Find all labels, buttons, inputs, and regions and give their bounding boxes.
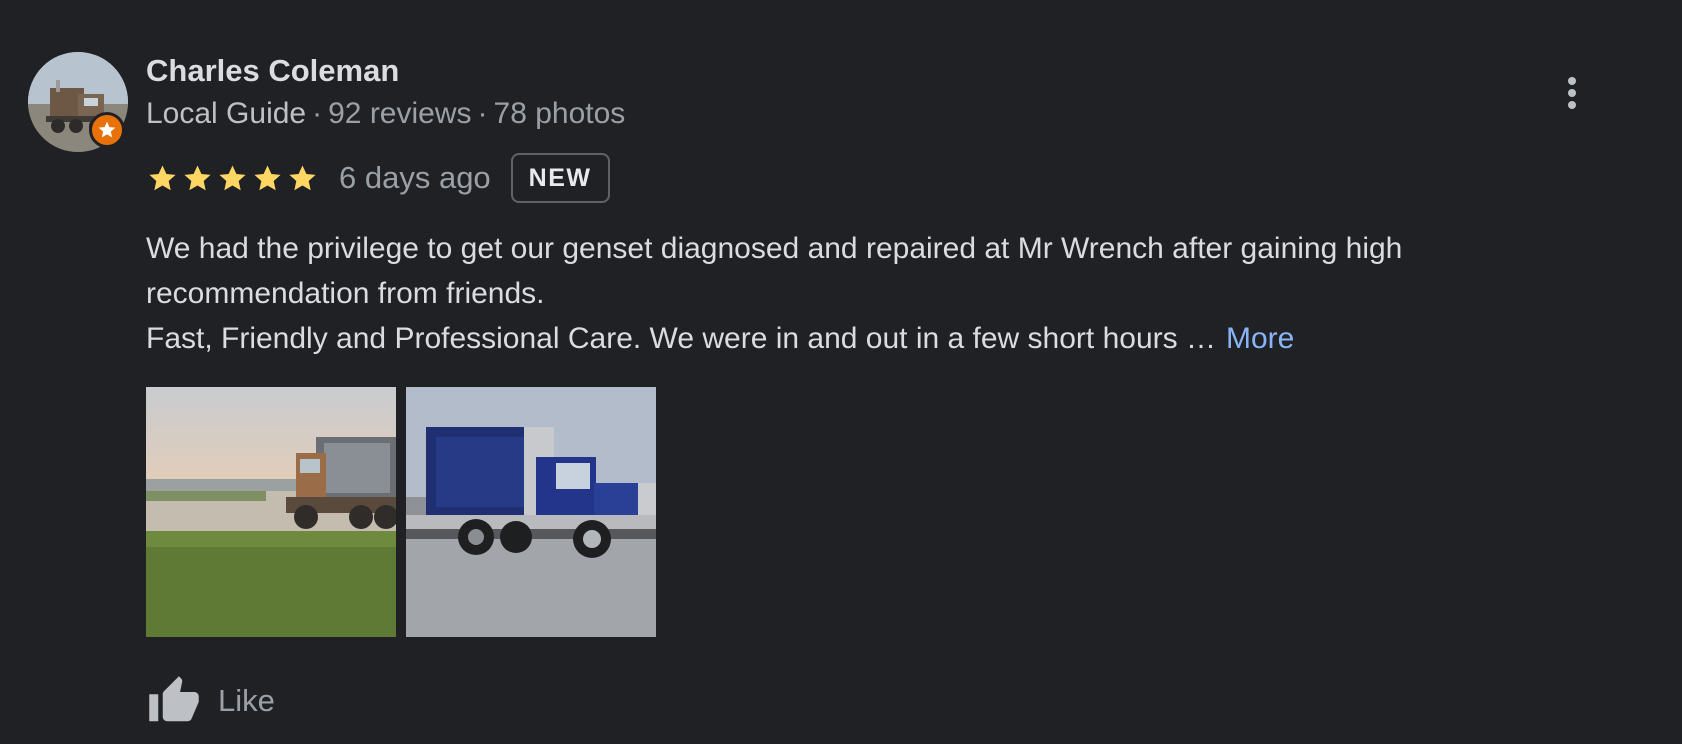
review-photo-1[interactable]	[146, 387, 396, 637]
review-text: We had the privilege to get our genset d…	[146, 226, 1566, 361]
reviewer-name[interactable]: Charles Coleman	[146, 52, 399, 90]
blue-semi-truck-photo-icon	[406, 387, 656, 637]
star-badge-icon	[98, 121, 116, 138]
local-guide-label: Local Guide	[146, 97, 307, 130]
rating-row: 6 days ago NEW	[146, 152, 610, 204]
like-label: Like	[218, 683, 275, 718]
more-options-icon[interactable]	[1552, 68, 1592, 118]
reviewer-meta: Local Guide · 92 reviews · 78 photos	[146, 94, 625, 134]
review-text-line: We had the privilege to get our genset d…	[146, 232, 1403, 265]
thumbs-up-icon	[149, 676, 199, 722]
meta-separator: ·	[477, 97, 488, 130]
review-text-line: Fast, Friendly and Professional Care. We…	[146, 316, 1566, 361]
truck-lot-photo-icon	[146, 387, 396, 637]
menu-dot	[1568, 77, 1576, 85]
menu-dot	[1568, 89, 1576, 97]
review-text-fragment: Fast, Friendly and Professional Care. We…	[146, 322, 1216, 355]
more-link[interactable]: More	[1226, 322, 1294, 355]
meta-separator: ·	[312, 97, 323, 130]
star-rating	[146, 162, 319, 195]
review-date: 6 days ago	[339, 160, 491, 195]
review-card: Charles Coleman Local Guide · 92 reviews · 7…	[0, 0, 1682, 744]
star-icon	[149, 164, 176, 190]
star-icon	[184, 164, 211, 190]
like-button[interactable]: Like	[146, 670, 275, 732]
star-icon	[219, 164, 246, 190]
star-icon	[289, 164, 316, 190]
local-guide-badge-icon	[89, 112, 125, 148]
new-badge: NEW	[510, 153, 610, 203]
photo-count: 78 photos	[493, 97, 626, 130]
review-text-line: recommendation from friends.	[146, 277, 545, 310]
star-icon	[254, 164, 281, 190]
menu-dot	[1568, 101, 1576, 109]
review-count: 92 reviews	[328, 97, 472, 130]
review-photo-2[interactable]	[406, 387, 656, 637]
